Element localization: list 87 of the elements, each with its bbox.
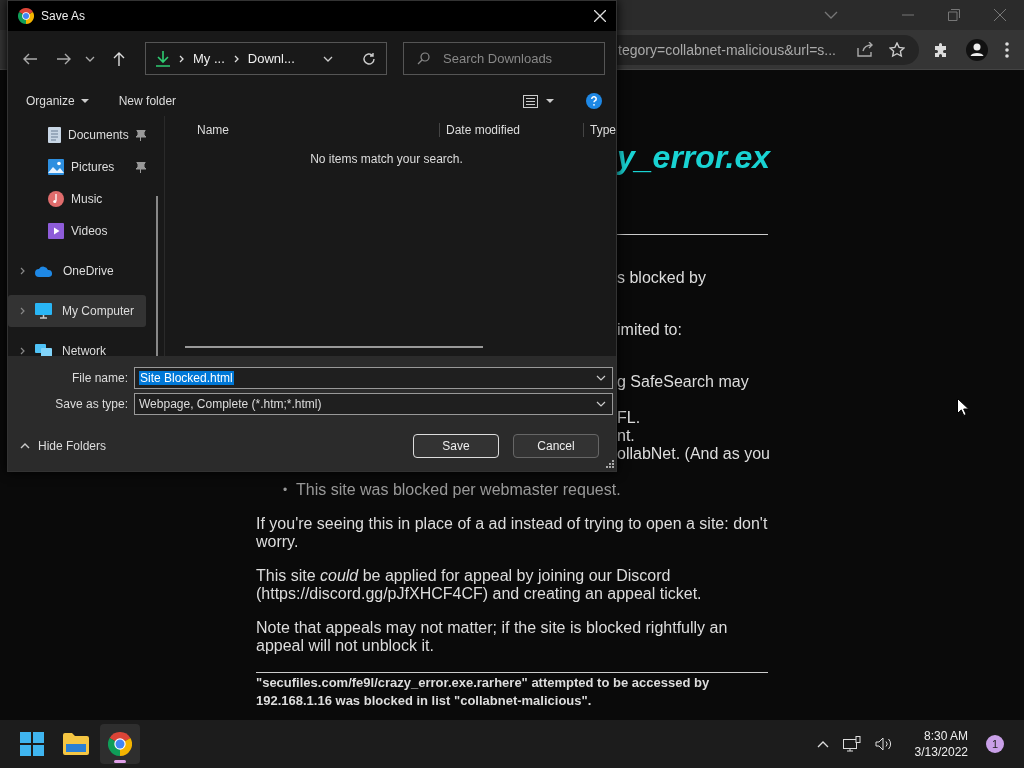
- video-icon: [48, 223, 64, 239]
- field-label: File name:: [70, 371, 129, 385]
- page-text: FL.: [617, 409, 642, 427]
- pin-icon: [136, 129, 146, 141]
- sidebar-item[interactable]: My Computer: [8, 295, 146, 327]
- empty-message: No items match your search.: [309, 152, 464, 166]
- tab-search-icon[interactable]: [824, 11, 838, 19]
- image-icon: [48, 159, 64, 175]
- back-icon[interactable]: [23, 52, 37, 65]
- page-text: imited to:: [617, 321, 683, 339]
- profile-icon[interactable]: [966, 38, 988, 61]
- scrollbar[interactable]: [185, 346, 483, 348]
- toolbar-button[interactable]: Organize: [20, 90, 95, 112]
- puzzle-icon[interactable]: [933, 41, 949, 58]
- dropdown-icon: [596, 401, 606, 407]
- clock-date[interactable]: 3/13/2022: [914, 744, 968, 760]
- chevron-icon: [233, 54, 239, 63]
- chevron-icon[interactable]: [20, 347, 25, 355]
- search-field[interactable]: Search Downloads: [403, 42, 605, 75]
- caret-icon: [20, 443, 30, 449]
- list-item: This site was blocked per webmaster request.: [296, 481, 621, 499]
- chrome-icon: [18, 8, 34, 24]
- taskbar-app[interactable]: [100, 724, 140, 764]
- notification-badge[interactable]: 1: [986, 735, 1004, 753]
- paragraph: Note that appeals may not matter; if the site is blocked rightfully an appeal will not unblock it.: [256, 619, 729, 655]
- breadcrumb[interactable]: My ...: [193, 51, 225, 66]
- sidebar-item[interactable]: Documents: [8, 119, 146, 151]
- paragraph: This site could be applied for appeal by joining our Discord (https://discord.gg/pJfXHCF4CF) and creating an appeal ticket.: [256, 567, 703, 603]
- column-header[interactable]: Name: [165, 123, 439, 137]
- dialog-title: Save As: [41, 9, 86, 23]
- sidebar-item[interactable]: Pictures: [8, 151, 146, 183]
- sidebar-item[interactable]: Music: [8, 183, 146, 215]
- scrollbar[interactable]: [156, 196, 158, 356]
- menu-icon[interactable]: [1005, 41, 1009, 58]
- sidebar-item[interactable]: OneDrive: [8, 255, 146, 287]
- recent-dropdown-icon[interactable]: [85, 55, 95, 62]
- view-icon[interactable]: [523, 94, 538, 108]
- paragraph: If you're seeing this in place of a ad instead of trying to open a site: don't worry.: [256, 515, 768, 551]
- pin-icon: [136, 161, 146, 173]
- forward-icon[interactable]: [57, 52, 71, 65]
- chevron-icon: [179, 54, 184, 63]
- up-icon[interactable]: [113, 51, 125, 66]
- breadcrumb[interactable]: Downl...: [247, 51, 295, 66]
- monitor-icon: [35, 303, 52, 319]
- cloud-icon: [35, 265, 53, 277]
- bullet: •: [283, 482, 289, 499]
- chrome-icon: [108, 732, 132, 756]
- resize-grip-icon[interactable]: [606, 460, 614, 468]
- caret-icon[interactable]: [546, 99, 554, 103]
- file-type-dropdown[interactable]: Webpage, Complete (*.htm;*.html): [134, 393, 613, 415]
- music-icon: [48, 191, 64, 207]
- dropdown-icon[interactable]: [596, 375, 606, 381]
- volume-icon[interactable]: [874, 737, 893, 751]
- sidebar-item[interactable]: Videos: [8, 215, 146, 247]
- download-icon: [156, 50, 170, 67]
- chevron-icon[interactable]: [20, 267, 25, 275]
- chevron-icon[interactable]: [20, 307, 25, 315]
- cursor-icon: [957, 398, 969, 416]
- dropdown-icon[interactable]: [323, 55, 333, 62]
- page-text: s blocked by: [617, 269, 707, 287]
- path-field[interactable]: My ... Downl...: [145, 42, 387, 75]
- page-text: ollabNet. (And as you: [617, 445, 768, 463]
- restore-icon[interactable]: [948, 9, 960, 21]
- footer-text: "secufiles.com/fe9l/crazy_error.exe.rarhere" attempted to be accessed by 192.168.1.16 was blocked in list "collabnet-malicious".: [256, 674, 711, 710]
- page-text: g SafeSearch may: [617, 373, 750, 391]
- network-icon: [35, 344, 52, 356]
- share-icon[interactable]: [857, 42, 874, 57]
- folder-icon: [63, 733, 89, 755]
- column-header[interactable]: Type: [583, 123, 616, 137]
- help-icon[interactable]: [586, 93, 602, 109]
- dialog-button[interactable]: Save: [413, 434, 499, 458]
- file-name-field[interactable]: Site Blocked.html: [134, 367, 613, 389]
- dialog-button[interactable]: Cancel: [513, 434, 599, 458]
- clock-time[interactable]: 8:30 AM: [923, 728, 968, 744]
- field-label: Save as type:: [54, 397, 129, 411]
- page-text: nt.: [617, 427, 636, 445]
- refresh-icon[interactable]: [362, 51, 376, 66]
- chevron-up-icon[interactable]: [816, 740, 829, 748]
- star-icon[interactable]: [889, 41, 905, 58]
- caret-icon: [80, 99, 89, 103]
- search-icon: [417, 52, 430, 65]
- hide-folders-button[interactable]: Hide Folders: [18, 435, 109, 457]
- toolbar-button[interactable]: New folder: [112, 90, 183, 112]
- network-icon[interactable]: [842, 736, 861, 752]
- column-header[interactable]: Date modified: [439, 123, 583, 137]
- document-icon: [48, 127, 61, 143]
- windows-icon: [20, 732, 44, 756]
